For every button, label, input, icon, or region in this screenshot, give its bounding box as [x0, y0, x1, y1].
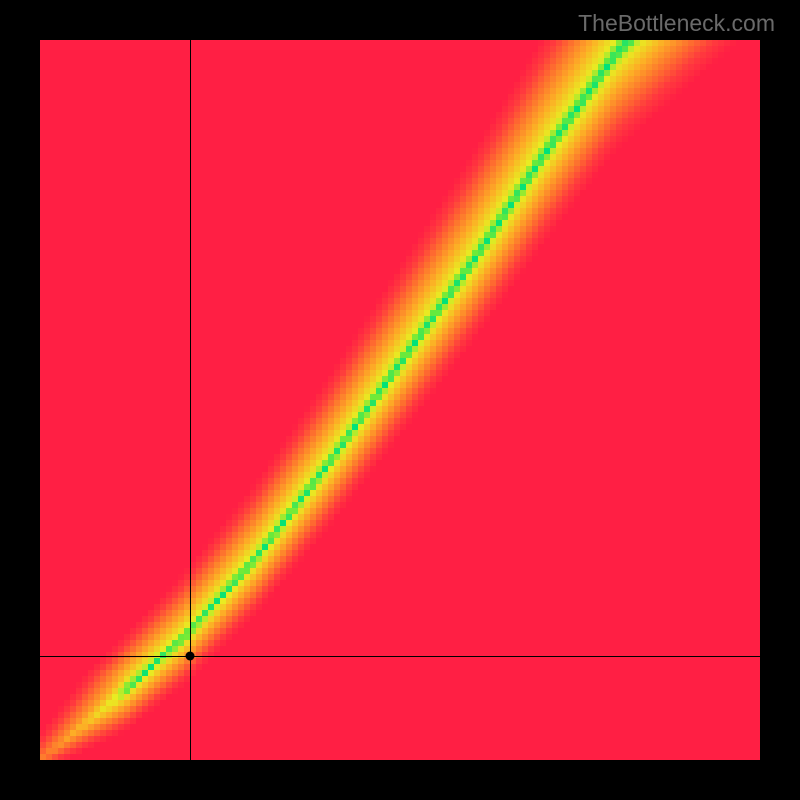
crosshair-horizontal	[40, 656, 760, 657]
watermark-text: TheBottleneck.com	[578, 10, 775, 37]
marker-dot	[185, 651, 194, 660]
heatmap-plot	[40, 40, 760, 760]
heatmap-canvas	[40, 40, 760, 760]
